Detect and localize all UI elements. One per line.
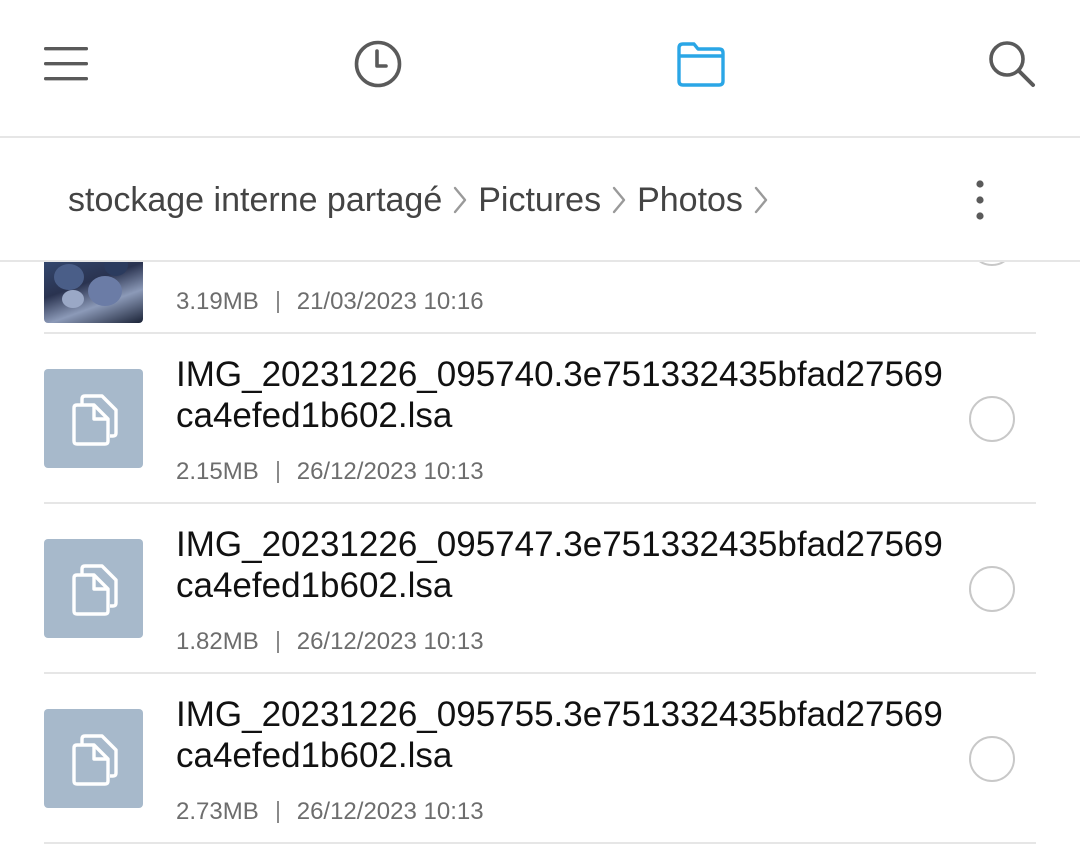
list-item[interactable]: 3.19MB 21/03/2023 10:16 [0, 262, 1080, 334]
meta-divider [276, 291, 279, 313]
document-thumbnail [44, 369, 143, 468]
select-radio[interactable] [969, 396, 1015, 442]
list-item[interactable]: IMG_20231226_095755.3e751332435bfad27569… [0, 674, 1080, 844]
history-icon[interactable] [342, 28, 414, 100]
meta-divider [276, 801, 279, 823]
file-meta: 3.19MB 21/03/2023 10:16 [176, 288, 484, 316]
select-radio[interactable] [969, 262, 1015, 266]
file-size: 2.73MB [176, 798, 259, 825]
select-radio[interactable] [969, 566, 1015, 612]
chevron-right-icon [452, 185, 468, 215]
breadcrumb: stockage interne partagé Pictures Photos [68, 138, 779, 262]
chevron-right-icon [753, 185, 769, 215]
file-meta: 1.82MB 26/12/2023 10:13 [176, 628, 484, 656]
breadcrumb-item-internal-storage[interactable]: stockage interne partagé [68, 181, 442, 220]
more-vertical-icon[interactable] [956, 164, 1004, 236]
meta-divider [276, 631, 279, 653]
file-list: 3.19MB 21/03/2023 10:16 IMG_20231226_095… [0, 262, 1080, 866]
photo-thumbnail [44, 262, 143, 323]
document-thumbnail [44, 539, 143, 638]
chevron-right-icon [611, 185, 627, 215]
row-divider [44, 842, 1036, 844]
file-meta: 2.73MB 26/12/2023 10:13 [176, 798, 484, 826]
file-date: 26/12/2023 10:13 [296, 798, 484, 825]
file-date: 26/12/2023 10:13 [296, 458, 484, 485]
search-icon[interactable] [976, 28, 1048, 100]
document-icon [71, 393, 118, 446]
breadcrumb-bar: stockage interne partagé Pictures Photos [0, 138, 1080, 262]
file-size: 2.15MB [176, 458, 259, 485]
meta-divider [276, 461, 279, 483]
file-size: 3.19MB [176, 288, 259, 315]
list-item[interactable]: IMG_20231226_095747.3e751332435bfad27569… [0, 504, 1080, 674]
document-icon [71, 733, 118, 786]
file-date: 26/12/2023 10:13 [296, 628, 484, 655]
folder-icon[interactable] [665, 28, 737, 100]
breadcrumb-item-pictures[interactable]: Pictures [478, 181, 601, 220]
file-name: IMG_20231226_095747.3e751332435bfad27569… [176, 525, 943, 605]
menu-icon[interactable] [30, 28, 102, 100]
file-size: 1.82MB [176, 628, 259, 655]
select-radio[interactable] [969, 736, 1015, 782]
document-icon [71, 563, 118, 616]
file-name: IMG_20231226_095755.3e751332435bfad27569… [176, 695, 943, 775]
file-manager-app: stockage interne partagé Pictures Photos [0, 0, 1080, 866]
breadcrumb-item-photos[interactable]: Photos [637, 181, 743, 220]
document-thumbnail [44, 709, 143, 808]
list-item[interactable]: IMG_20231226_095740.3e751332435bfad27569… [0, 334, 1080, 504]
file-meta: 2.15MB 26/12/2023 10:13 [176, 458, 484, 486]
top-toolbar [0, 0, 1080, 138]
file-date: 21/03/2023 10:16 [296, 288, 484, 315]
file-name: IMG_20231226_095740.3e751332435bfad27569… [176, 355, 943, 435]
